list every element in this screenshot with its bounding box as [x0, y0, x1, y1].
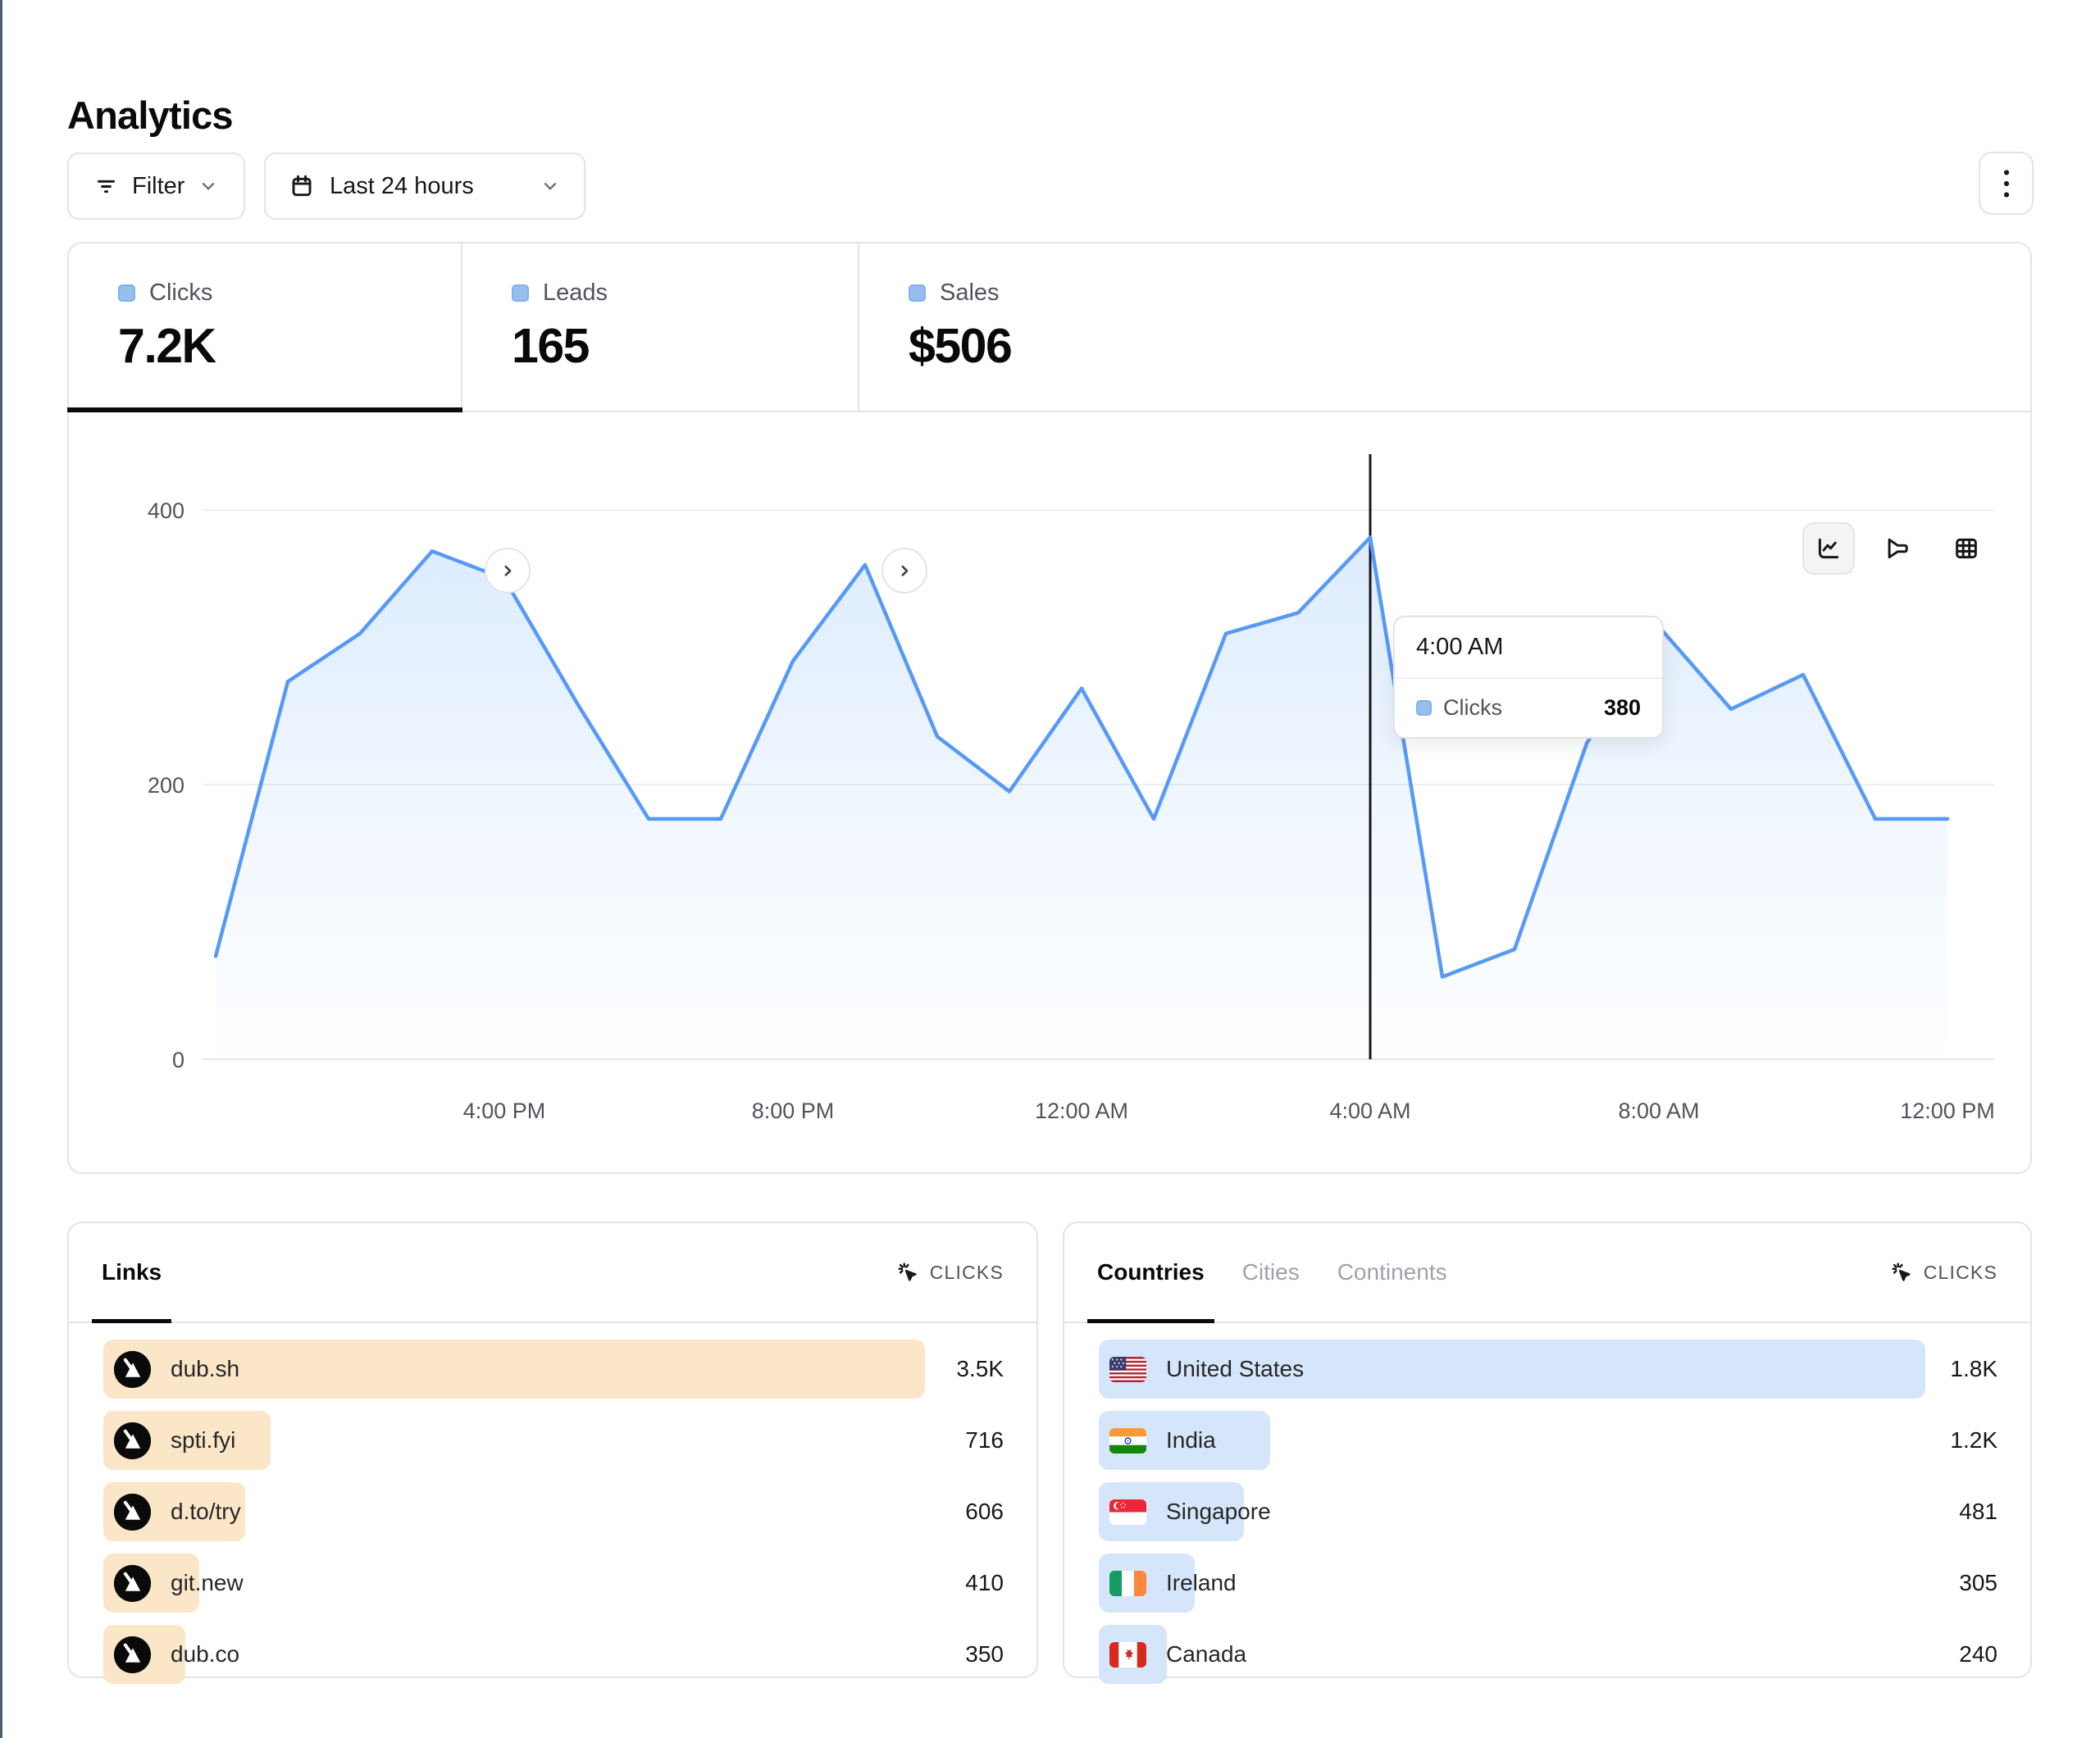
- tab-sales[interactable]: Sales $506: [859, 243, 2030, 411]
- countries-panel: Countries Cities Continents CLICKS Unite…: [1063, 1222, 2032, 1678]
- svg-text:8:00 AM: 8:00 AM: [1618, 1099, 1699, 1123]
- link-clicks-value: 716: [965, 1411, 1004, 1470]
- country-clicks-value: 240: [1959, 1625, 1998, 1684]
- links-list: dub.sh 3.5K spti.fyi 716 d.to/try 606 gi…: [69, 1323, 1036, 1684]
- tooltip-time: 4:00 AM: [1395, 617, 1662, 679]
- clicks-area-chart[interactable]: 0 200 400 4:00 PM 8:00 PM 12:00 AM 4:00 AM 8:00…: [69, 412, 2030, 1172]
- filter-icon: [93, 174, 119, 199]
- country-label: Singapore: [1166, 1499, 1271, 1525]
- analytics-page: Analytics Filter Last 24 hours Clicks: [0, 0, 2100, 1738]
- svg-text:400: 400: [148, 498, 184, 523]
- filter-button-label: Filter: [132, 173, 184, 200]
- svg-text:8:00 PM: 8:00 PM: [752, 1099, 835, 1123]
- link-clicks-value: 606: [965, 1482, 1004, 1541]
- countries-metric-selector[interactable]: CLICKS: [1889, 1260, 1998, 1285]
- tab-continents[interactable]: Continents: [1337, 1223, 1447, 1322]
- stat-value: 165: [512, 318, 858, 374]
- links-metric-selector[interactable]: CLICKS: [895, 1260, 1004, 1285]
- country-row[interactable]: Ireland 305: [1099, 1554, 1998, 1613]
- metric-label: CLICKS: [1924, 1262, 1998, 1284]
- stat-value: 7.2K: [118, 318, 461, 374]
- leads-series-swatch: [512, 284, 529, 302]
- dub-logo-icon: [114, 1422, 151, 1459]
- stat-label: Leads: [543, 280, 608, 307]
- link-clicks-value: 410: [965, 1554, 1004, 1613]
- tab-leads[interactable]: Leads 165: [462, 243, 859, 411]
- country-label: Ireland: [1166, 1570, 1237, 1596]
- country-clicks-value: 1.8K: [1950, 1340, 1998, 1399]
- expand-leads-button[interactable]: [881, 548, 927, 594]
- clicks-series-swatch: [1416, 700, 1432, 716]
- country-row[interactable]: United States 1.8K: [1099, 1340, 1998, 1399]
- stat-label: Sales: [940, 280, 1000, 307]
- tooltip-value: 380: [1604, 695, 1641, 721]
- kebab-menu-icon: [1994, 166, 2019, 201]
- country-row[interactable]: India 1.2K: [1099, 1411, 1998, 1470]
- dub-logo-icon: [114, 1636, 151, 1673]
- window-edge: [0, 0, 2, 1738]
- countries-list: United States 1.8K India 1.2K Singapore …: [1064, 1323, 2030, 1684]
- link-row[interactable]: d.to/try 606: [103, 1482, 1004, 1541]
- analytics-card: Clicks 7.2K Leads 165 Sales $506: [67, 242, 2032, 1174]
- link-clicks-value: 350: [965, 1625, 1004, 1684]
- stats-tabs: Clicks 7.2K Leads 165 Sales $506: [69, 243, 2030, 412]
- cursor-click-icon: [1889, 1260, 1914, 1285]
- page-title: Analytics: [67, 93, 233, 138]
- sales-series-swatch: [909, 284, 926, 302]
- date-range-label: Last 24 hours: [330, 173, 525, 200]
- singapore-flag-icon: [1109, 1499, 1146, 1525]
- link-row[interactable]: git.new 410: [103, 1554, 1004, 1613]
- country-label: United States: [1166, 1356, 1304, 1382]
- clicks-series-swatch: [118, 284, 135, 302]
- chart-tooltip: 4:00 AM Clicks 380: [1393, 616, 1664, 739]
- chevron-down-icon: [198, 175, 219, 197]
- link-clicks-value: 3.5K: [956, 1340, 1004, 1399]
- svg-text:0: 0: [172, 1048, 184, 1072]
- tooltip-series-label: Clicks: [1443, 695, 1592, 721]
- link-row[interactable]: dub.sh 3.5K: [103, 1340, 1004, 1399]
- link-label: git.new: [171, 1570, 244, 1596]
- dub-logo-icon: [114, 1494, 151, 1531]
- link-label: dub.co: [171, 1641, 239, 1667]
- expand-clicks-button[interactable]: [485, 548, 531, 594]
- country-label: Canada: [1166, 1641, 1246, 1667]
- canada-flag-icon: [1109, 1642, 1146, 1667]
- svg-text:200: 200: [148, 773, 184, 798]
- svg-text:12:00 AM: 12:00 AM: [1035, 1099, 1128, 1123]
- links-panel: Links CLICKS dub.sh 3.5K spti.fyi 716: [67, 1222, 1038, 1678]
- filter-button[interactable]: Filter: [67, 152, 245, 220]
- us-flag-icon: [1109, 1357, 1146, 1382]
- country-row[interactable]: Singapore 481: [1099, 1482, 1998, 1541]
- svg-text:12:00 PM: 12:00 PM: [1900, 1099, 1995, 1123]
- chevron-down-icon: [540, 175, 561, 197]
- country-clicks-value: 481: [1959, 1482, 1998, 1541]
- tab-links[interactable]: Links: [102, 1223, 162, 1322]
- country-clicks-value: 1.2K: [1950, 1411, 1998, 1470]
- country-clicks-value: 305: [1959, 1554, 1998, 1613]
- dub-logo-icon: [114, 1351, 151, 1388]
- link-label: dub.sh: [171, 1356, 239, 1382]
- link-row[interactable]: spti.fyi 716: [103, 1411, 1004, 1470]
- country-label: India: [1166, 1427, 1216, 1454]
- ireland-flag-icon: [1109, 1571, 1146, 1596]
- tab-clicks[interactable]: Clicks 7.2K: [69, 243, 462, 411]
- link-row[interactable]: dub.co 350: [103, 1625, 1004, 1684]
- stat-value: $506: [909, 318, 2030, 374]
- more-options-button[interactable]: [1979, 152, 2034, 215]
- tab-countries[interactable]: Countries: [1097, 1223, 1205, 1322]
- link-label: d.to/try: [171, 1499, 241, 1525]
- calendar-icon: [289, 173, 315, 199]
- svg-text:4:00 PM: 4:00 PM: [463, 1099, 546, 1123]
- dub-logo-icon: [114, 1565, 151, 1602]
- metric-label: CLICKS: [930, 1262, 1004, 1284]
- link-label: spti.fyi: [171, 1427, 235, 1454]
- svg-text:4:00 AM: 4:00 AM: [1329, 1099, 1410, 1123]
- tab-cities[interactable]: Cities: [1242, 1223, 1300, 1322]
- date-range-button[interactable]: Last 24 hours: [264, 152, 585, 220]
- cursor-click-icon: [895, 1260, 920, 1285]
- stat-label: Clicks: [149, 280, 212, 307]
- country-row[interactable]: Canada 240: [1099, 1625, 1998, 1684]
- india-flag-icon: [1109, 1428, 1146, 1454]
